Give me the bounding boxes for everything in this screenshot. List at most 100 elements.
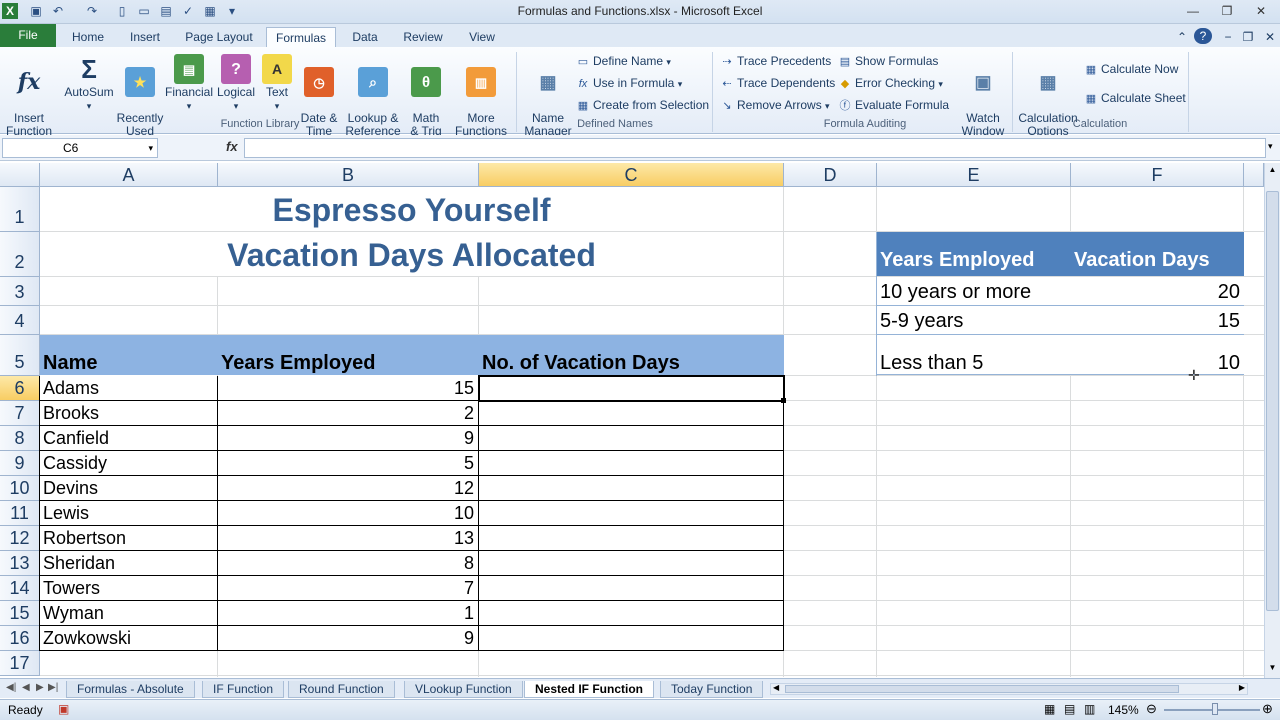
row-header-8[interactable]: 8 <box>0 426 40 451</box>
error-checking-button[interactable]: ◆ Error Checking ▾ <box>838 74 943 92</box>
name-box[interactable]: C6 ▾ <box>2 138 158 158</box>
employee-years-cell[interactable]: 2 <box>218 401 479 426</box>
header-vacation-days[interactable]: No. of Vacation Days <box>479 335 784 375</box>
evaluate-formula-button[interactable]: ⓕ Evaluate Formula <box>838 96 950 114</box>
column-header-d[interactable]: D <box>784 163 877 187</box>
tab-data[interactable]: Data <box>344 27 386 47</box>
sheet-tab-round-function[interactable]: Round Function <box>288 681 395 698</box>
lookup-years-cell[interactable]: Less than 5 <box>877 335 1071 375</box>
normal-view-icon[interactable]: ▦ <box>1044 702 1055 716</box>
sheet-tab-today-function[interactable]: Today Function <box>660 681 764 698</box>
page-break-view-icon[interactable]: ▥ <box>1084 702 1095 716</box>
trace-precedents-button[interactable]: ⇢ Trace Precedents <box>720 52 831 70</box>
employee-name-cell[interactable]: Wyman <box>40 601 218 626</box>
row-header-17[interactable]: 17 <box>0 651 40 676</box>
close-button[interactable]: ✕ <box>1248 2 1274 20</box>
employee-years-cell[interactable]: 9 <box>218 626 479 651</box>
row-header-16[interactable]: 16 <box>0 626 40 651</box>
workbook-restore-icon[interactable]: ❐ <box>1240 27 1256 47</box>
column-header-f[interactable]: F <box>1071 163 1244 187</box>
horizontal-scrollbar[interactable]: ◀ ▶ <box>770 683 1248 695</box>
employee-years-cell[interactable]: 5 <box>218 451 479 476</box>
sheet-subtitle[interactable]: Vacation Days Allocated <box>40 232 783 276</box>
formula-input[interactable] <box>244 138 1266 158</box>
lookup-header-years[interactable]: Years Employed <box>877 232 1071 276</box>
row-header-5[interactable]: 5 <box>0 335 40 376</box>
use-in-formula-button[interactable]: fx Use in Formula ▾ <box>576 74 683 92</box>
restore-button[interactable]: ❐ <box>1214 2 1240 20</box>
employee-years-cell[interactable]: 7 <box>218 576 479 601</box>
recently-used-button[interactable]: ★ Recently Used <box>116 54 164 138</box>
employee-name-cell[interactable]: Robertson <box>40 526 218 551</box>
next-sheet-icon[interactable]: ▶ <box>36 682 44 693</box>
employee-years-cell[interactable]: 10 <box>218 501 479 526</box>
sheet-tab-if-function[interactable]: IF Function <box>202 681 285 698</box>
trace-dependents-button[interactable]: ⇠ Trace Dependents <box>720 74 835 92</box>
employee-name-cell[interactable]: Towers <box>40 576 218 601</box>
tab-review[interactable]: Review <box>396 27 450 47</box>
row-header-12[interactable]: 12 <box>0 526 40 551</box>
employee-name-cell[interactable]: Canfield <box>40 426 218 451</box>
zoom-level[interactable]: 145% <box>1108 703 1139 717</box>
row-header-11[interactable]: 11 <box>0 501 40 526</box>
workbook-minimize-icon[interactable]: − <box>1220 27 1236 47</box>
tab-insert[interactable]: Insert <box>120 27 170 47</box>
row-header-1[interactable]: 1 <box>0 187 40 232</box>
zoom-in-icon[interactable]: ⊕ <box>1262 701 1273 717</box>
employee-vacation-days-cell[interactable] <box>479 401 784 426</box>
select-all-corner[interactable] <box>0 163 40 187</box>
sheet-title[interactable]: Espresso Yourself <box>40 187 783 231</box>
first-sheet-icon[interactable]: ◀| <box>6 682 16 693</box>
tab-home[interactable]: Home <box>64 27 112 47</box>
prev-sheet-icon[interactable]: ◀ <box>22 682 30 693</box>
tab-view[interactable]: View <box>460 27 504 47</box>
employee-vacation-days-cell[interactable] <box>479 451 784 476</box>
zoom-slider-thumb[interactable] <box>1212 703 1218 715</box>
employee-years-cell[interactable]: 13 <box>218 526 479 551</box>
column-header-c[interactable]: C <box>479 163 784 187</box>
tab-file[interactable]: File <box>0 24 56 47</box>
row-header-13[interactable]: 13 <box>0 551 40 576</box>
worksheet-grid[interactable]: A B C D E F 1 2 3 4 5 6 7 8 9 10 11 12 1… <box>0 163 1264 677</box>
financial-button[interactable]: ▤ Financial ▾ <box>164 54 214 113</box>
logical-button[interactable]: ? Logical ▾ <box>214 54 258 113</box>
zoom-out-icon[interactable]: ⊖ <box>1146 701 1157 717</box>
lookup-days-cell[interactable]: 10 <box>1071 335 1244 375</box>
minimize-button[interactable]: — <box>1180 2 1206 20</box>
scroll-up-icon[interactable]: ▲ <box>1266 165 1279 177</box>
employee-vacation-days-cell[interactable] <box>479 476 784 501</box>
employee-vacation-days-cell[interactable] <box>479 551 784 576</box>
sheet-tab-vlookup-function[interactable]: VLookup Function <box>404 681 523 698</box>
employee-vacation-days-cell[interactable] <box>479 526 784 551</box>
last-sheet-icon[interactable]: ▶| <box>48 682 58 693</box>
column-header-g[interactable] <box>1244 163 1264 187</box>
row-header-10[interactable]: 10 <box>0 476 40 501</box>
tab-formulas[interactable]: Formulas <box>266 27 336 47</box>
employee-vacation-days-cell[interactable] <box>479 576 784 601</box>
row-header-14[interactable]: 14 <box>0 576 40 601</box>
lookup-reference-button[interactable]: ⌕ Lookup & Reference <box>342 54 404 138</box>
employee-vacation-days-cell[interactable] <box>479 601 784 626</box>
employee-name-cell[interactable]: Brooks <box>40 401 218 426</box>
fill-handle[interactable] <box>781 398 786 403</box>
scroll-right-icon[interactable]: ▶ <box>1239 683 1245 692</box>
tab-page-layout[interactable]: Page Layout <box>178 27 260 47</box>
lookup-days-cell[interactable]: 15 <box>1071 306 1244 335</box>
autosum-button[interactable]: Σ AutoSum ▾ <box>62 54 116 113</box>
scroll-thumb[interactable] <box>1266 191 1279 611</box>
employee-years-cell[interactable]: 8 <box>218 551 479 576</box>
row-header-7[interactable]: 7 <box>0 401 40 426</box>
header-name[interactable]: Name <box>40 335 218 375</box>
lookup-years-cell[interactable]: 10 years or more <box>877 277 1071 306</box>
employee-vacation-days-cell[interactable] <box>479 426 784 451</box>
row-header-15[interactable]: 15 <box>0 601 40 626</box>
sheet-tab-formulas-absolute[interactable]: Formulas - Absolute <box>66 681 195 698</box>
watch-window-button[interactable]: ▣ Watch Window <box>956 54 1010 138</box>
define-name-button[interactable]: ▭ Define Name ▾ <box>576 52 671 70</box>
employee-years-cell[interactable]: 1 <box>218 601 479 626</box>
employee-name-cell[interactable]: Adams <box>40 376 218 401</box>
header-years-employed[interactable]: Years Employed <box>218 335 479 375</box>
macro-record-icon[interactable]: ▣ <box>58 702 69 716</box>
employee-name-cell[interactable]: Sheridan <box>40 551 218 576</box>
h-scroll-thumb[interactable] <box>785 685 1179 693</box>
